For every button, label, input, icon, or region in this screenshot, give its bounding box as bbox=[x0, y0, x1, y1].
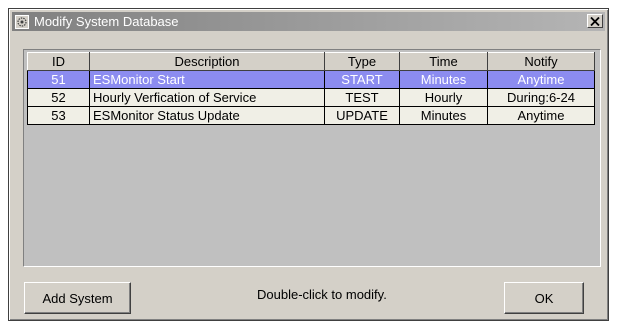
close-button[interactable] bbox=[587, 14, 603, 28]
app-icon bbox=[14, 14, 30, 30]
cell-description[interactable]: ESMonitor Start bbox=[89, 70, 325, 89]
system-grid[interactable]: ID Description Type Time Notify 51 ESMon… bbox=[23, 49, 601, 267]
header-row: ID Description Type Time Notify bbox=[27, 52, 595, 71]
cell-notify[interactable]: Anytime bbox=[487, 106, 595, 125]
add-system-button[interactable]: Add System bbox=[24, 282, 131, 314]
cell-time[interactable]: Minutes bbox=[399, 70, 488, 89]
cell-id[interactable]: 53 bbox=[27, 106, 90, 125]
cell-notify[interactable]: Anytime bbox=[487, 70, 595, 89]
table-row[interactable]: 52 Hourly Verfication of Service TEST Ho… bbox=[27, 88, 595, 107]
window-title: Modify System Database bbox=[34, 14, 179, 29]
title-bar[interactable]: Modify System Database bbox=[12, 12, 605, 31]
column-header-time[interactable]: Time bbox=[399, 52, 488, 71]
column-header-notify[interactable]: Notify bbox=[487, 52, 595, 71]
ok-button[interactable]: OK bbox=[504, 282, 584, 314]
close-icon bbox=[590, 16, 600, 26]
cell-id[interactable]: 52 bbox=[27, 88, 90, 107]
cell-time[interactable]: Minutes bbox=[399, 106, 488, 125]
column-header-type[interactable]: Type bbox=[324, 52, 400, 71]
cell-description[interactable]: Hourly Verfication of Service bbox=[89, 88, 325, 107]
cell-description[interactable]: ESMonitor Status Update bbox=[89, 106, 325, 125]
cell-id[interactable]: 51 bbox=[27, 70, 90, 89]
hint-text: Double-click to modify. bbox=[257, 287, 387, 302]
table-row[interactable]: 51 ESMonitor Start START Minutes Anytime bbox=[27, 70, 595, 89]
cell-type[interactable]: START bbox=[324, 70, 400, 89]
column-header-id[interactable]: ID bbox=[27, 52, 90, 71]
cell-notify[interactable]: During:6-24 bbox=[487, 88, 595, 107]
cell-type[interactable]: UPDATE bbox=[324, 106, 400, 125]
cell-type[interactable]: TEST bbox=[324, 88, 400, 107]
systems-table: ID Description Type Time Notify 51 ESMon… bbox=[27, 52, 595, 125]
modify-system-database-dialog: Modify System Database ID Description Ty… bbox=[8, 8, 609, 321]
cell-time[interactable]: Hourly bbox=[399, 88, 488, 107]
column-header-description[interactable]: Description bbox=[89, 52, 325, 71]
table-row[interactable]: 53 ESMonitor Status Update UPDATE Minute… bbox=[27, 106, 595, 125]
